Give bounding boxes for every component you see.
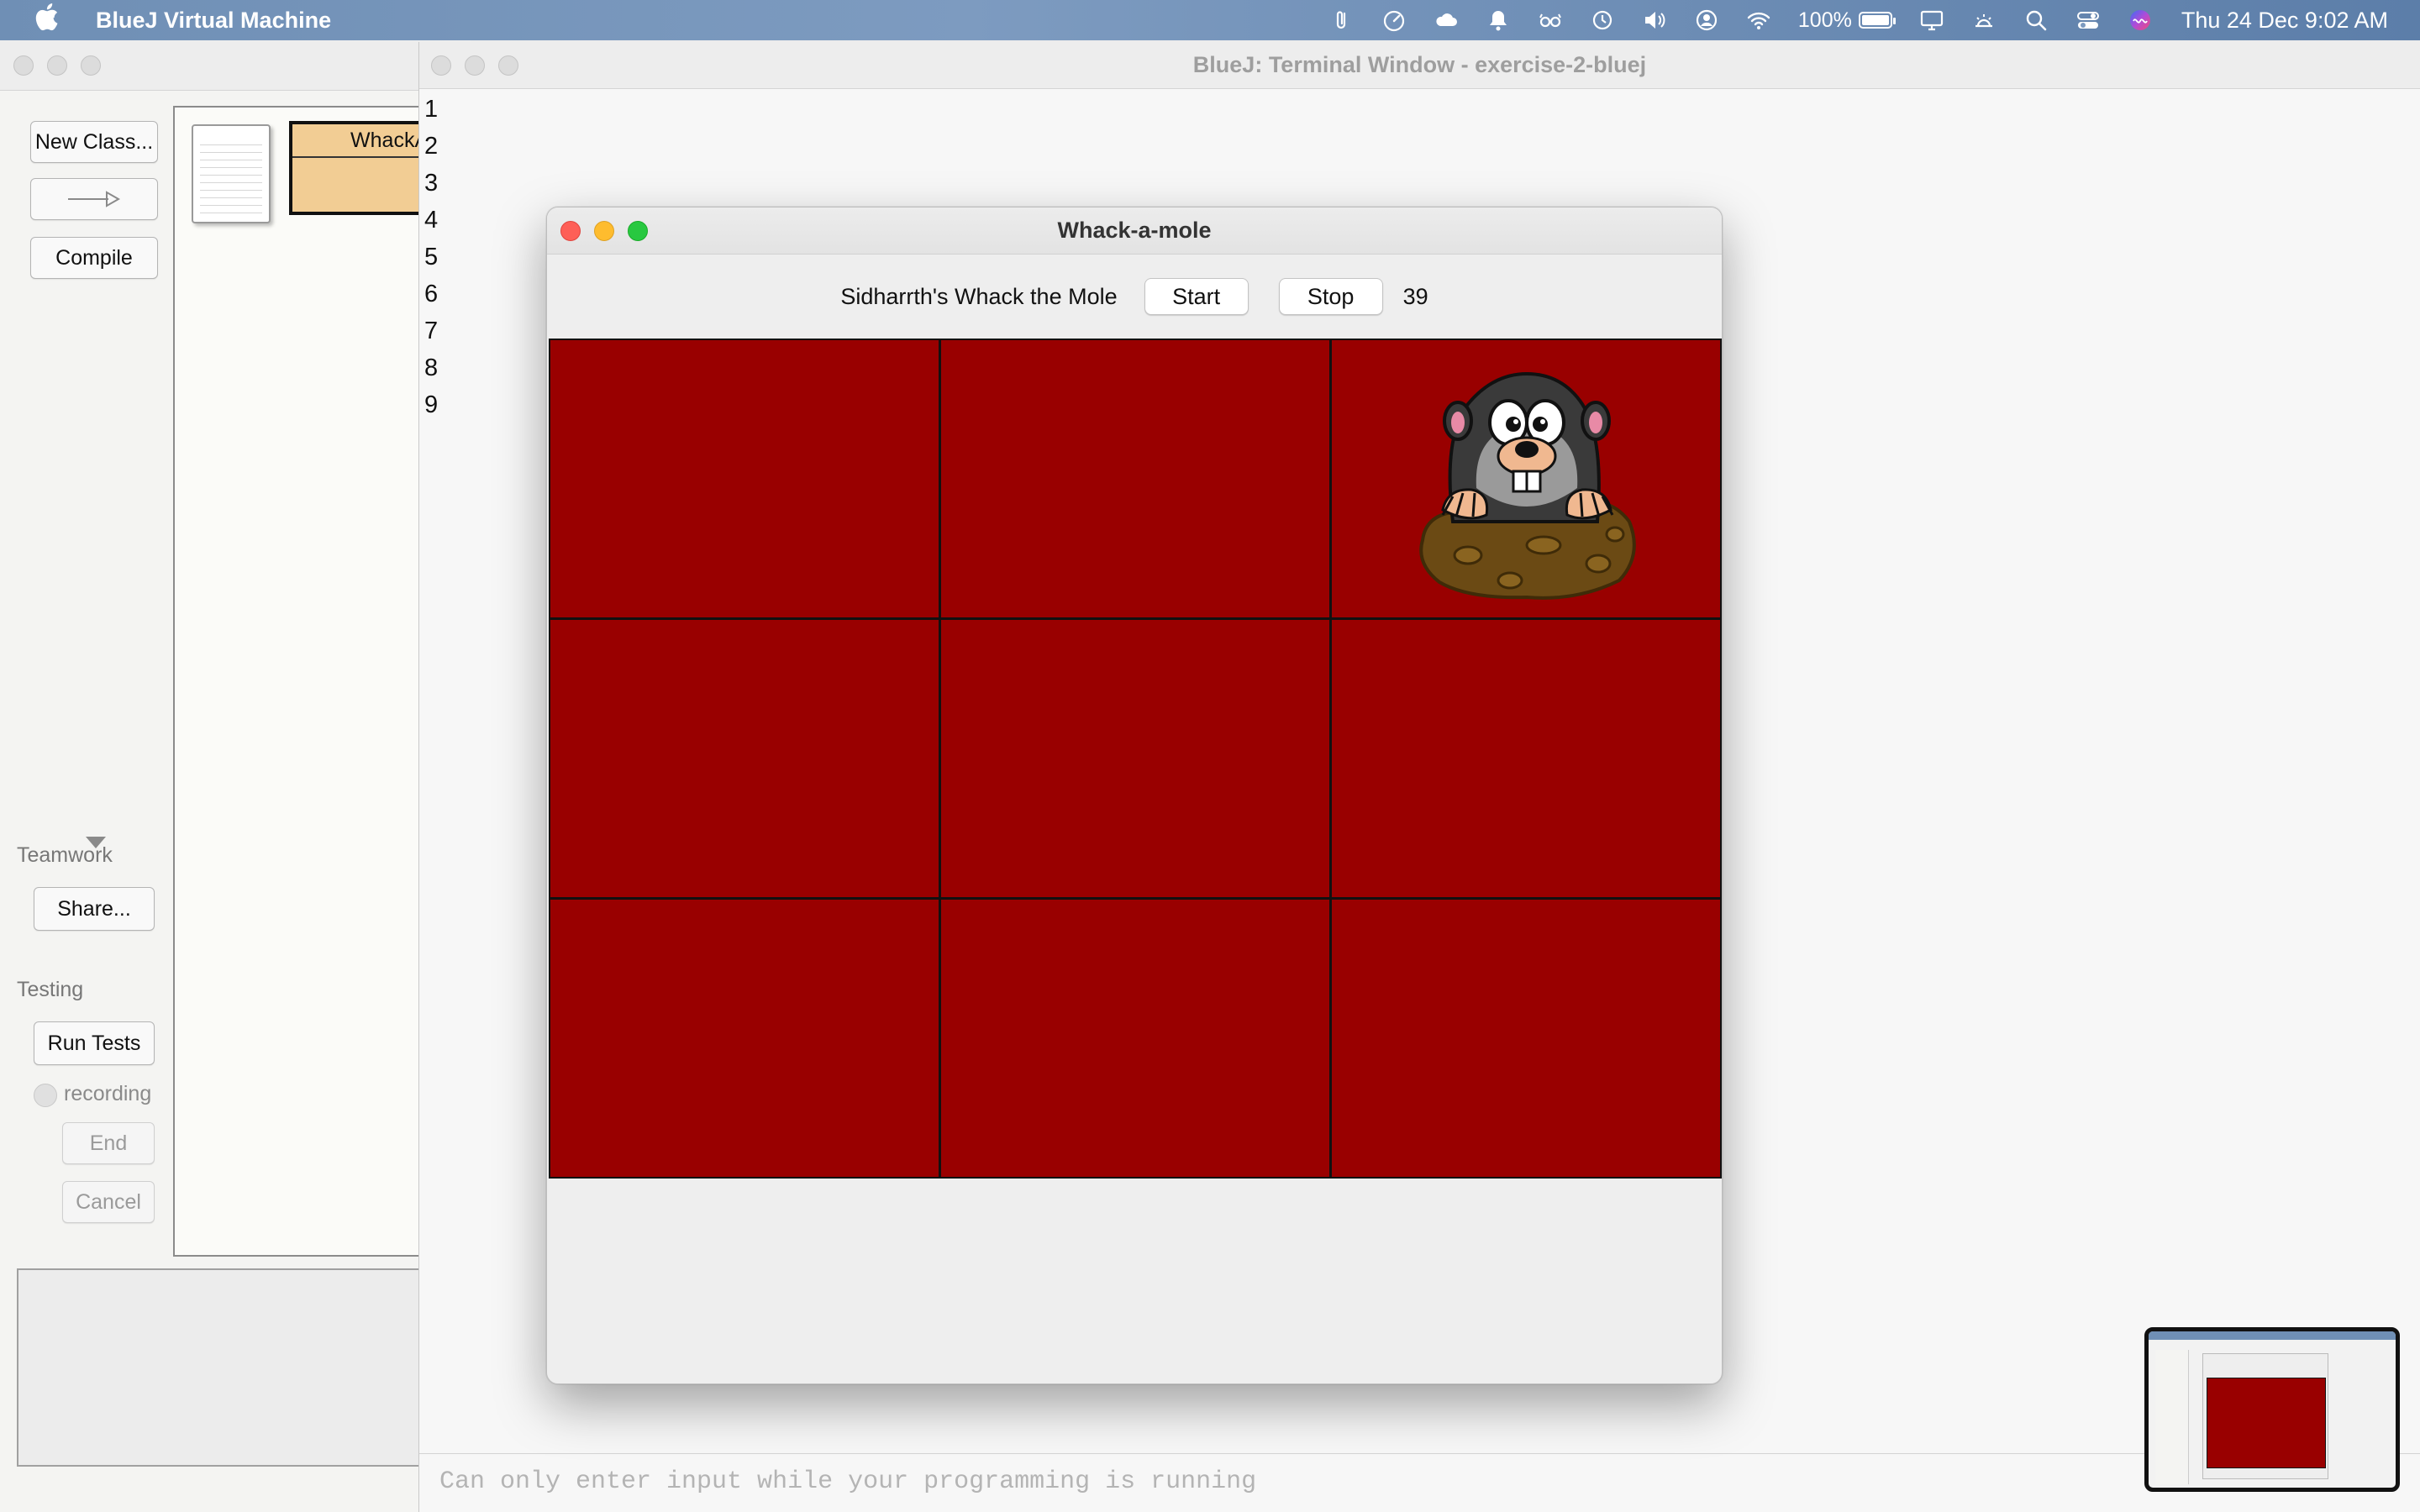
wifi-icon[interactable] [1746, 8, 1771, 33]
paperclip-icon[interactable] [1329, 8, 1355, 33]
terminal-line: 9 [424, 391, 439, 418]
terminal-line: 8 [424, 354, 439, 381]
terminal-title: BlueJ: Terminal Window - exercise-2-blue… [1192, 52, 1647, 77]
add-arrow-button[interactable] [30, 178, 158, 220]
search-icon[interactable] [2023, 8, 2049, 33]
terminal-line: 1 [424, 96, 439, 123]
minimize-button[interactable] [47, 55, 67, 76]
thumbnail-grid [2207, 1378, 2326, 1468]
cloud-icon[interactable] [1434, 8, 1459, 33]
terminal-line: 6 [424, 281, 439, 307]
zoom-button[interactable] [81, 55, 101, 76]
terminal-lines: 1 2 3 4 5 6 7 8 9 [424, 91, 438, 423]
menubar-clock[interactable]: Thu 24 Dec 9:02 AM [2181, 8, 2388, 34]
readme-document-icon[interactable] [192, 124, 271, 223]
control-center-icon[interactable] [2075, 8, 2101, 33]
apple-icon[interactable] [34, 3, 67, 38]
user-icon[interactable] [1694, 8, 1719, 33]
compile-button[interactable]: Compile [30, 237, 158, 279]
grid-cell[interactable] [1332, 620, 1720, 897]
game-toolbar: Sidharrth's Whack the Mole Start Stop 39 [547, 255, 1722, 339]
run-tests-button[interactable]: Run Tests [34, 1021, 155, 1065]
thumbnail-menubar [2149, 1331, 2396, 1340]
glasses-icon[interactable] [1538, 8, 1563, 33]
grid-cell[interactable] [1332, 900, 1720, 1177]
menu-bar: BlueJ Virtual Machine 100% Thu 24 Dec 9:… [0, 0, 2420, 40]
game-heading: Sidharrth's Whack the Mole [840, 283, 1118, 309]
grid-cell[interactable] [941, 900, 1329, 1177]
game-titlebar[interactable]: Whack-a-mole [547, 207, 1722, 255]
stop-button[interactable]: Stop [1278, 278, 1383, 315]
thumbnail-sidebar [2155, 1350, 2189, 1484]
grid-cell[interactable] [941, 340, 1329, 617]
brightness-icon[interactable] [1971, 8, 1996, 33]
screenshot-thumbnail[interactable] [2144, 1327, 2400, 1492]
terminal-line: 4 [424, 207, 439, 234]
terminal-line: 3 [424, 170, 439, 197]
game-window-title: Whack-a-mole [1057, 218, 1212, 243]
grid-cell[interactable] [550, 340, 939, 617]
grid-cell[interactable] [941, 620, 1329, 897]
grid-cell-mole[interactable] [1332, 340, 1720, 617]
window-controls[interactable] [13, 55, 114, 76]
bluej-main-window: New Class... Compile Teamwork Share... T… [0, 40, 509, 1512]
new-class-button[interactable]: New Class... [30, 121, 158, 163]
thumbnail-game-window [2202, 1353, 2328, 1479]
close-button[interactable] [13, 55, 34, 76]
battery-percentage: 100% [1797, 8, 1852, 32]
start-button[interactable]: Start [1144, 278, 1249, 315]
recording-label: recording [64, 1082, 152, 1105]
terminal-line: 2 [424, 133, 439, 160]
battery-icon[interactable] [1858, 12, 1896, 29]
terminal-titlebar: BlueJ: Terminal Window - exercise-2-blue… [419, 42, 2420, 89]
recording-indicator [34, 1084, 57, 1107]
whack-a-mole-window: Whack-a-mole Sidharrth's Whack the Mole … [546, 207, 1723, 1384]
share-button[interactable]: Share... [34, 887, 155, 931]
volume-icon[interactable] [1642, 8, 1667, 33]
bluej-titlebar [0, 40, 471, 91]
mole-grid [549, 339, 1722, 1179]
terminal-line: 7 [424, 318, 439, 344]
mole-icon[interactable] [1409, 362, 1653, 606]
active-app-name[interactable]: BlueJ Virtual Machine [96, 8, 331, 34]
grid-cell[interactable] [550, 620, 939, 897]
cancel-button[interactable]: Cancel [62, 1181, 155, 1223]
notification-icon[interactable] [1486, 8, 1511, 33]
testing-label: Testing [17, 978, 84, 1001]
terminal-input-field[interactable]: Can only enter input while your programm… [419, 1453, 2420, 1512]
display-icon[interactable] [1919, 8, 1944, 33]
arrow-right-icon [68, 191, 121, 207]
speedometer-icon[interactable] [1381, 8, 1407, 33]
teamwork-label: Teamwork [17, 843, 113, 867]
terminal-line: 5 [424, 244, 439, 270]
siri-icon[interactable] [2128, 8, 2153, 33]
time-machine-icon[interactable] [1590, 8, 1615, 33]
score-counter: 39 [1402, 283, 1428, 309]
grid-cell[interactable] [550, 900, 939, 1177]
object-bench[interactable] [17, 1268, 487, 1467]
end-button[interactable]: End [62, 1122, 155, 1164]
